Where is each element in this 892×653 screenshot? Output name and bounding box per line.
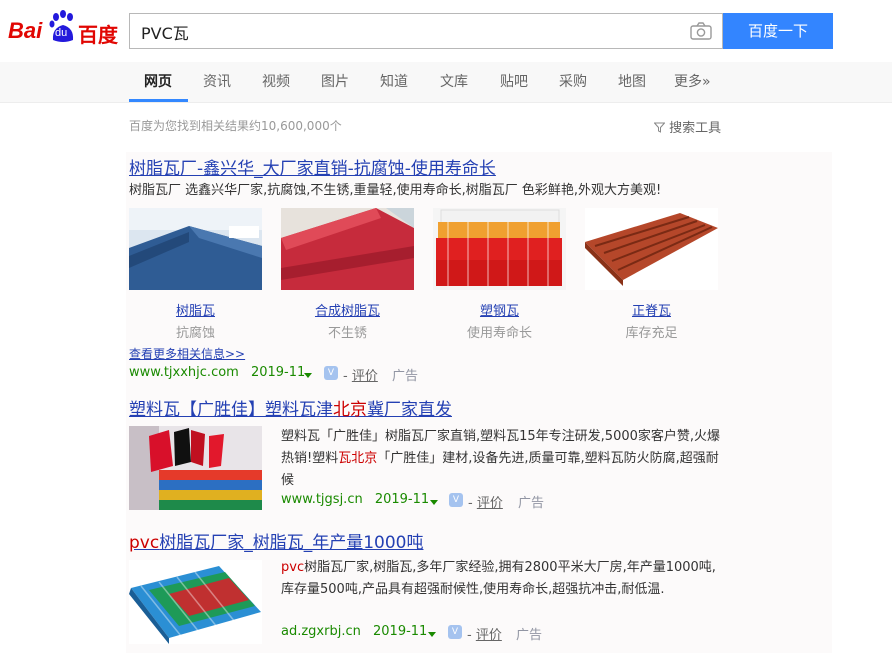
tab-tieba[interactable]: 贴吧 [500,62,528,102]
tab-more[interactable]: 更多» [674,62,711,102]
image-caption[interactable]: 正脊瓦 [585,300,718,319]
tab-zhidao[interactable]: 知道 [380,62,408,102]
logo-paw-icon: du [48,10,78,44]
search-input[interactable] [139,14,683,50]
image-caption[interactable]: 树脂瓦 [129,300,262,319]
active-tab-indicator [129,99,188,102]
header: Bai du 百度 百度一下 [0,0,892,62]
url-text: www.tjxxhjc.com [129,365,239,380]
result-desc: pvc树脂瓦厂家,树脂瓦,多年厂家经验,拥有2800平米大厂房,年产量1000吨… [281,560,716,597]
image-caption[interactable]: 合成树脂瓦 [281,300,414,319]
dropdown-arrow-icon[interactable] [304,373,312,378]
product-image-resin-tile[interactable] [129,208,262,290]
evaluation-link[interactable]: - 评价 [343,365,378,384]
tab-images[interactable]: 图片 [321,62,349,102]
image-subtitle: 库存充足 [625,326,678,341]
search-box [129,13,723,50]
product-image-synthetic-resin-tile[interactable] [281,208,414,290]
nav-tabs: 网页 资讯 视频 图片 知道 文库 贴吧 采购 地图 更多» [0,62,892,103]
dropdown-arrow-icon[interactable] [428,632,436,637]
result-image-plastic-tiles[interactable] [129,426,262,510]
filter-icon [653,122,666,137]
image-caption[interactable]: 塑钢瓦 [433,300,566,319]
image-subtitle: 抗腐蚀 [175,326,215,341]
result-desc: 塑料瓦「广胜佳」树脂瓦厂家直销,塑料瓦15年专注研发,5000家客户赞,火爆热销… [281,429,721,488]
verified-badge-icon[interactable]: V [324,366,338,380]
product-image-plastic-steel-tile[interactable] [433,208,566,290]
logo-paw-text: du [55,27,68,39]
camera-icon[interactable] [690,22,712,40]
search-tools-label: 搜索工具 [669,121,722,136]
result-desc: 树脂瓦厂 选鑫兴华厂家,抗腐蚀,不生锈,重量轻,使用寿命长,树脂瓦厂 色彩鲜艳,… [129,183,662,198]
ad-label: 广告 [392,369,419,384]
search-tools-button[interactable]: 搜索工具 [653,117,722,137]
evaluation-link[interactable]: - 评价 [467,624,502,643]
product-image-ridge-tile[interactable] [585,208,718,290]
result-url[interactable]: www.tjxxhjc.com 2019-11 [129,365,305,380]
search-button[interactable]: 百度一下 [723,13,833,49]
image-subtitle: 不生锈 [327,326,367,341]
url-text: www.tjgsj.cn [281,492,363,507]
result-date: 2019-11 [374,492,430,507]
ad-label: 广告 [518,496,545,511]
tab-news[interactable]: 资讯 [203,62,231,102]
result-image-pvc-tiles[interactable] [129,560,262,644]
result-count: 百度为您找到相关结果约10,600,000个 [129,119,342,133]
tab-wenku[interactable]: 文库 [440,62,468,102]
result-url[interactable]: ad.zgxrbj.cn 2019-11 [281,624,427,639]
verified-badge-icon[interactable]: V [448,625,462,639]
result-url[interactable]: www.tjgsj.cn 2019-11 [281,492,429,507]
result-title[interactable]: 塑料瓦【广胜佳】塑料瓦津北京冀厂家直发 [129,395,452,420]
logo-text-right: 百度 [78,23,118,47]
tab-web[interactable]: 网页 [144,62,172,102]
evaluation-link[interactable]: - 评价 [468,492,503,511]
tab-video[interactable]: 视频 [262,62,290,102]
result-title[interactable]: pvc树脂瓦厂家_树脂瓦_年产量1000吨 [129,528,423,553]
result-date: 2019-11 [373,624,428,639]
tab-map[interactable]: 地图 [618,62,646,102]
result-title[interactable]: 树脂瓦厂-鑫兴华_大厂家直销-抗腐蚀-使用寿命长 [129,154,496,179]
dropdown-arrow-icon[interactable] [430,500,438,505]
ad-label: 广告 [516,628,543,643]
url-text: ad.zgxrbj.cn [281,624,361,639]
logo-text-left: Bai [8,18,43,43]
verified-badge-icon[interactable]: V [449,493,463,507]
image-subtitle: 使用寿命长 [466,326,532,341]
tab-purchase[interactable]: 采购 [559,62,587,102]
more-info-link[interactable]: 查看更多相关信息>> [129,345,245,362]
result-date: 2019-11 [250,365,306,380]
baidu-logo[interactable]: Bai du 百度 [8,10,120,50]
